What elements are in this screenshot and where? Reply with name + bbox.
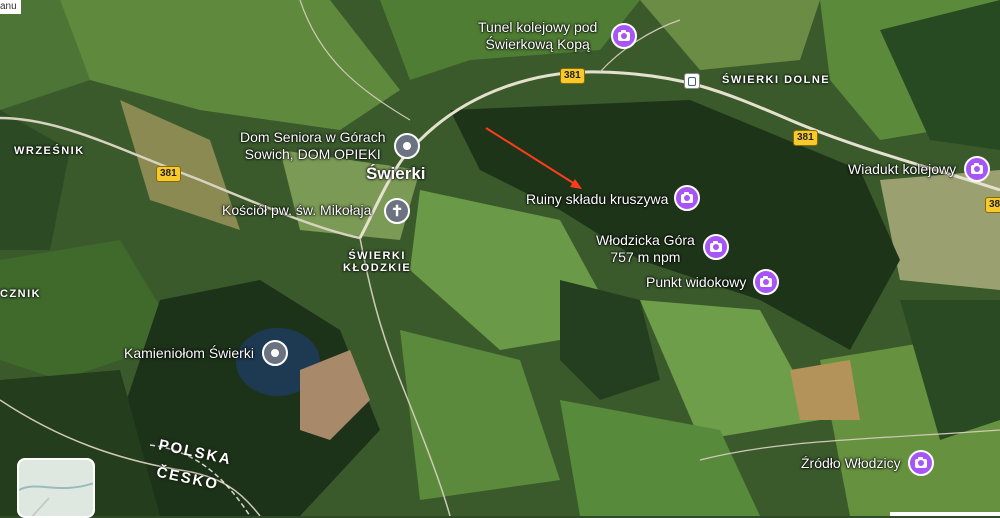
locality-label-cznik: CZNIK xyxy=(0,288,42,300)
road-shield: 381 xyxy=(156,166,181,182)
map-footer-bar xyxy=(890,512,1000,516)
place-label-kosciol[interactable]: Kościół pw. św. Mikołaja xyxy=(222,202,371,219)
map-control-label[interactable]: anu xyxy=(0,0,21,14)
camera-icon[interactable] xyxy=(611,23,637,49)
place-label-zrodlo[interactable]: Źródło Włodzicy xyxy=(801,455,901,472)
road-shield: 381 xyxy=(793,130,818,146)
camera-icon[interactable] xyxy=(908,450,934,476)
place-label-tunel[interactable]: Tunel kolejowy pod Świerkową Kopą xyxy=(478,19,597,53)
place-label-kamieniolom[interactable]: Kamieniołom Świerki xyxy=(124,345,254,362)
map-layer-toggle[interactable] xyxy=(17,458,95,518)
locality-label-wrzesnik: WRZEŚNIK xyxy=(14,145,85,157)
locality-label-swierki-klodzkie: ŚWIERKI KŁODZKIE xyxy=(343,250,412,274)
place-label-wiadukt[interactable]: Wiadukt kolejowy xyxy=(848,161,956,178)
camera-icon[interactable] xyxy=(964,156,990,182)
locality-label-swierki: Świerki xyxy=(366,164,426,183)
place-pin-icon[interactable] xyxy=(262,340,288,366)
road-shield: 38 xyxy=(985,197,1000,213)
place-label-ruiny[interactable]: Ruiny składu kruszywa xyxy=(526,191,668,208)
place-pin-icon[interactable] xyxy=(394,133,420,159)
camera-icon[interactable] xyxy=(703,234,729,260)
place-label-dom-seniora[interactable]: Dom Seniora w Górach Sowich, DOM OPIEKI xyxy=(240,129,386,163)
place-label-punkt-widokowy[interactable]: Punkt widokowy xyxy=(646,274,746,291)
road-shield: 381 xyxy=(560,68,585,84)
place-label-wlodzicka-gora[interactable]: Włodzicka Góra 757 m npm xyxy=(596,232,695,266)
satellite-map[interactable] xyxy=(0,0,1000,516)
camera-icon[interactable] xyxy=(674,185,700,211)
camera-icon[interactable] xyxy=(753,269,779,295)
transit-stop-icon[interactable] xyxy=(684,73,700,89)
church-icon[interactable]: ✝ xyxy=(384,198,410,224)
locality-label-swierki-dolne: ŚWIERKI DOLNE xyxy=(722,74,831,86)
